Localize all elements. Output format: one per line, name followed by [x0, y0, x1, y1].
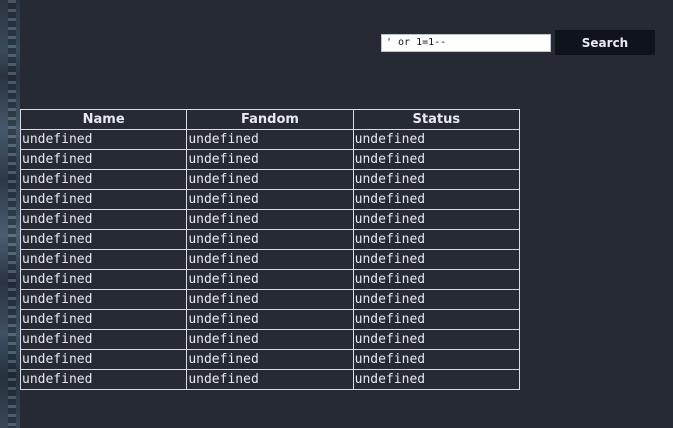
table-row: undefined undefined undefined — [19, 209, 521, 230]
cell-fandom: undefined — [186, 229, 354, 250]
cell-name: undefined — [19, 169, 188, 190]
cell-fandom: undefined — [186, 349, 354, 370]
cell-status: undefined — [352, 209, 521, 230]
column-header-name[interactable]: Name — [19, 109, 188, 130]
cell-name: undefined — [19, 189, 188, 210]
cell-status: undefined — [352, 149, 521, 170]
table-row: undefined undefined undefined — [19, 349, 521, 370]
cell-fandom: undefined — [186, 149, 354, 170]
cell-name: undefined — [19, 289, 188, 310]
cell-name: undefined — [19, 149, 188, 170]
cell-fandom: undefined — [186, 249, 354, 270]
cell-name: undefined — [19, 229, 188, 250]
cell-fandom: undefined — [186, 189, 354, 210]
cell-status: undefined — [352, 309, 521, 330]
cell-status: undefined — [352, 129, 521, 150]
cell-fandom: undefined — [186, 209, 354, 230]
table-row: undefined undefined undefined — [19, 249, 521, 270]
cell-fandom: undefined — [186, 169, 354, 190]
cell-fandom: undefined — [186, 329, 354, 350]
table-row: undefined undefined undefined — [19, 189, 521, 210]
table-row: undefined undefined undefined — [19, 309, 521, 330]
table-header-row: Name Fandom Status — [19, 109, 521, 130]
cell-name: undefined — [19, 209, 188, 230]
table-row: undefined undefined undefined — [19, 129, 521, 150]
cell-name: undefined — [19, 309, 188, 330]
cell-name: undefined — [19, 129, 188, 150]
search-bar: Search — [381, 30, 655, 55]
results-table: Name Fandom Status undefined undefined und… — [19, 109, 521, 390]
cell-status: undefined — [352, 249, 521, 270]
search-button[interactable]: Search — [555, 30, 655, 55]
table-body: undefined undefined undefined undefined unde… — [19, 129, 521, 390]
cell-fandom: undefined — [186, 289, 354, 310]
table-row: undefined undefined undefined — [19, 169, 521, 190]
background-image-edge — [0, 0, 20, 428]
cell-fandom: undefined — [186, 269, 354, 290]
cell-status: undefined — [352, 269, 521, 290]
column-header-fandom[interactable]: Fandom — [186, 109, 354, 130]
cell-status: undefined — [352, 329, 521, 350]
cell-status: undefined — [352, 289, 521, 310]
cell-name: undefined — [19, 269, 188, 290]
table-row: undefined undefined undefined — [19, 289, 521, 310]
cell-name: undefined — [19, 329, 188, 350]
cell-status: undefined — [352, 169, 521, 190]
table-row: undefined undefined undefined — [19, 269, 521, 290]
cell-name: undefined — [19, 249, 188, 270]
search-input[interactable] — [381, 33, 551, 52]
table-row: undefined undefined undefined — [19, 149, 521, 170]
cell-fandom: undefined — [186, 129, 354, 150]
cell-status: undefined — [352, 369, 521, 390]
cell-status: undefined — [352, 349, 521, 370]
table-row: undefined undefined undefined — [19, 369, 521, 390]
cell-status: undefined — [352, 189, 521, 210]
cell-fandom: undefined — [186, 309, 354, 330]
column-header-status[interactable]: Status — [352, 109, 521, 130]
cell-name: undefined — [19, 369, 188, 390]
cell-status: undefined — [352, 229, 521, 250]
table-row: undefined undefined undefined — [19, 329, 521, 350]
table-row: undefined undefined undefined — [19, 229, 521, 250]
cell-name: undefined — [19, 349, 188, 370]
cell-fandom: undefined — [186, 369, 354, 390]
page: Search Name Fandom Status undefinedundef… — [0, 0, 673, 428]
